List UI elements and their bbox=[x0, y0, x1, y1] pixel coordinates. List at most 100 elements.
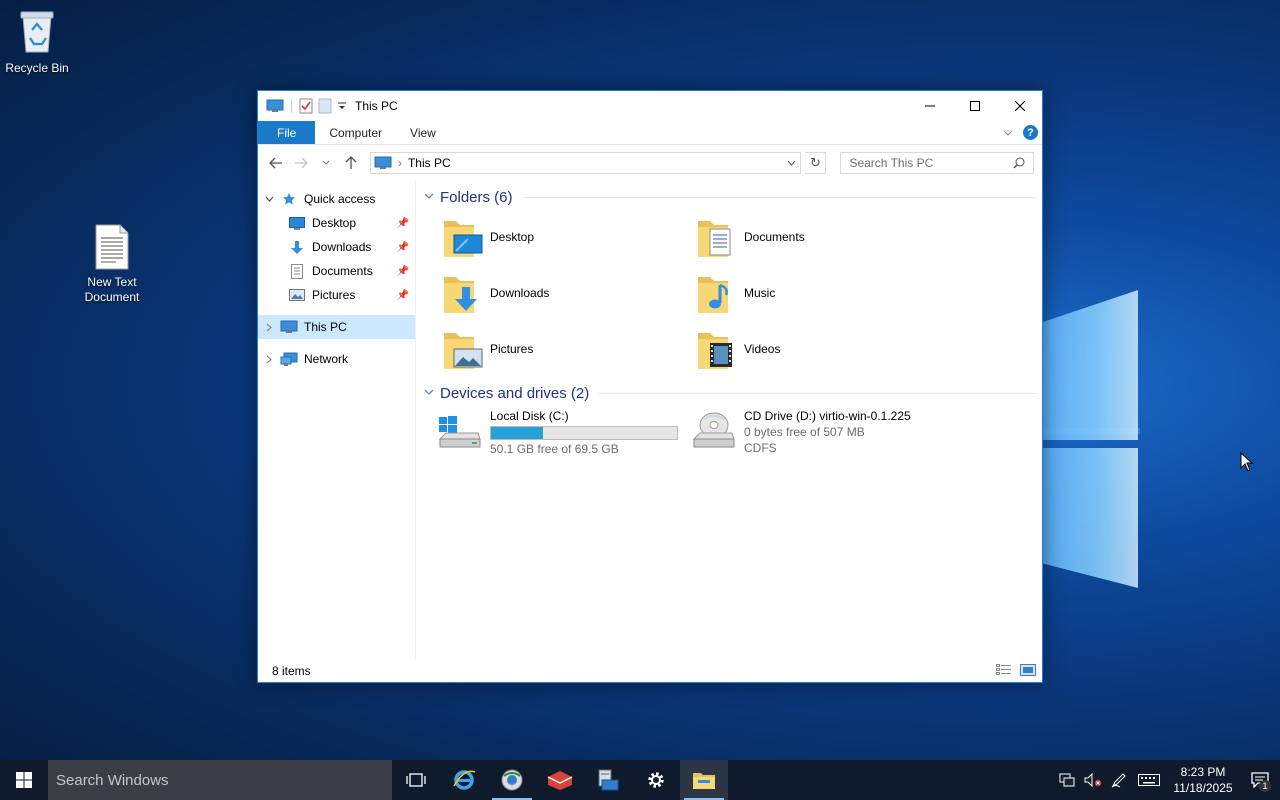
properties-icon[interactable] bbox=[299, 98, 313, 114]
quick-access-toolbar bbox=[258, 98, 347, 114]
minimize-button[interactable] bbox=[907, 91, 952, 121]
folder-music[interactable]: Music bbox=[696, 265, 950, 321]
nav-network[interactable]: Network bbox=[258, 347, 415, 371]
recent-locations-button[interactable] bbox=[316, 152, 337, 174]
taskbar: Search Windows 8:23 PM 11/18/2025 1 bbox=[0, 760, 1280, 800]
breadcrumb[interactable]: This PC bbox=[408, 156, 776, 170]
start-button[interactable] bbox=[0, 760, 48, 800]
drive-local-disk-c[interactable]: Local Disk (C:) 50.1 GB free of 69.5 GB bbox=[436, 409, 690, 461]
new-folder-icon[interactable] bbox=[318, 98, 332, 114]
wallpaper-windows-logo bbox=[620, 270, 1150, 590]
pin-icon: 📌 bbox=[396, 265, 409, 277]
drives-group-header[interactable]: Devices and drives (2) bbox=[424, 381, 1036, 405]
downloads-folder-icon bbox=[444, 277, 477, 313]
search-input[interactable]: Search This PC bbox=[840, 152, 1034, 174]
nav-pinned-pictures[interactable]: Pictures 📌 bbox=[258, 283, 415, 307]
desktop-recycle-bin[interactable]: Recycle Bin bbox=[0, 8, 77, 76]
item-count: 8 items bbox=[272, 664, 311, 678]
taskbar-app-red[interactable] bbox=[536, 760, 584, 800]
chevron-right-icon[interactable] bbox=[258, 355, 280, 364]
close-icon bbox=[1014, 101, 1025, 111]
expanded-chevron-icon[interactable] bbox=[258, 196, 280, 202]
task-view-icon bbox=[406, 773, 426, 787]
nav-quick-access[interactable]: Quick access bbox=[258, 187, 415, 211]
pen-tray-button[interactable] bbox=[1106, 760, 1132, 800]
taskbar-clock[interactable]: 8:23 PM 11/18/2025 bbox=[1166, 764, 1240, 796]
nav-label: Downloads bbox=[312, 240, 372, 254]
folder-downloads[interactable]: Downloads bbox=[442, 265, 696, 321]
cd-drive-icon bbox=[692, 412, 735, 448]
volume-tray-button[interactable] bbox=[1080, 760, 1106, 800]
folder-pictures[interactable]: Pictures bbox=[442, 321, 696, 377]
large-icons-view-icon[interactable] bbox=[1020, 664, 1036, 676]
maximize-button[interactable] bbox=[952, 91, 997, 121]
close-button[interactable] bbox=[997, 91, 1042, 121]
internet-explorer-icon bbox=[453, 770, 476, 790]
music-folder-icon bbox=[698, 277, 728, 313]
refresh-button[interactable]: ↻ bbox=[805, 152, 827, 174]
desktop-icon bbox=[288, 215, 306, 231]
nav-label: Quick access bbox=[304, 192, 376, 206]
windows-start-icon bbox=[16, 772, 32, 788]
breadcrumb-separator: › bbox=[397, 156, 402, 170]
nav-this-pc[interactable]: This PC bbox=[258, 315, 415, 339]
tab-computer[interactable]: Computer bbox=[315, 121, 396, 144]
address-dropdown[interactable] bbox=[782, 153, 800, 173]
network-tray-button[interactable] bbox=[1054, 760, 1080, 800]
nav-pinned-documents[interactable]: Documents 📌 bbox=[258, 259, 415, 283]
forward-button[interactable] bbox=[291, 152, 312, 174]
pin-icon: 📌 bbox=[396, 241, 409, 253]
taskbar-device-manager[interactable] bbox=[584, 760, 632, 800]
address-bar[interactable]: › This PC bbox=[369, 152, 802, 174]
folder-label: Documents bbox=[744, 230, 805, 244]
taskbar-settings[interactable] bbox=[632, 760, 680, 800]
action-center-button[interactable]: 1 bbox=[1240, 760, 1280, 800]
network-icon bbox=[280, 351, 298, 367]
tab-view[interactable]: View bbox=[396, 121, 450, 144]
help-icon[interactable]: ? bbox=[1023, 125, 1038, 140]
expand-ribbon-icon[interactable] bbox=[1003, 129, 1013, 137]
file-explorer-window: This PC File Computer View ? › This PC ↻… bbox=[257, 90, 1043, 683]
drive-free-space: 50.1 GB free of 69.5 GB bbox=[490, 442, 619, 456]
recycle-bin-label: Recycle Bin bbox=[5, 61, 69, 75]
taskbar-file-explorer[interactable] bbox=[680, 760, 728, 800]
details-view-icon[interactable] bbox=[996, 664, 1012, 676]
folder-desktop[interactable]: Desktop bbox=[442, 209, 696, 265]
tab-file[interactable]: File bbox=[258, 121, 316, 144]
title-bar[interactable]: This PC bbox=[258, 91, 1042, 121]
window-title: This PC bbox=[355, 99, 398, 113]
up-arrow-icon bbox=[345, 156, 357, 169]
nav-pinned-desktop[interactable]: Desktop 📌 bbox=[258, 211, 415, 235]
chevron-right-icon[interactable] bbox=[258, 323, 280, 332]
nav-pinned-downloads[interactable]: Downloads 📌 bbox=[258, 235, 415, 259]
folder-documents[interactable]: Documents bbox=[696, 209, 950, 265]
folder-label: Videos bbox=[744, 342, 781, 356]
taskbar-browser[interactable] bbox=[488, 760, 536, 800]
system-tray: 8:23 PM 11/18/2025 1 bbox=[1054, 760, 1280, 800]
status-bar: 8 items bbox=[258, 660, 1042, 682]
ribbon-tabs: File Computer View ? bbox=[258, 121, 1042, 145]
taskbar-search-input[interactable]: Search Windows bbox=[48, 760, 392, 800]
folder-label: Music bbox=[744, 286, 776, 300]
this-pc-icon bbox=[374, 156, 392, 169]
qat-dropdown-icon[interactable] bbox=[337, 101, 347, 111]
keyboard-tray-button[interactable] bbox=[1132, 760, 1166, 800]
up-button[interactable] bbox=[341, 152, 362, 174]
drive-name: Local Disk (C:) bbox=[490, 409, 569, 423]
desktop-new-text-document[interactable]: New Text Document bbox=[72, 224, 152, 305]
folder-videos[interactable]: Videos bbox=[696, 321, 950, 377]
drive-cd-d[interactable]: CD Drive (D:) virtio-win-0.1.225 0 bytes… bbox=[690, 409, 970, 461]
taskbar-edge[interactable] bbox=[440, 760, 488, 800]
gear-icon bbox=[648, 772, 664, 788]
collapse-chevron-icon[interactable] bbox=[424, 387, 438, 399]
collapse-chevron-icon[interactable] bbox=[424, 191, 438, 203]
nav-label: Desktop bbox=[312, 216, 357, 230]
clock-time: 8:23 PM bbox=[1180, 765, 1226, 779]
back-button[interactable] bbox=[266, 152, 287, 174]
task-view-button[interactable] bbox=[392, 760, 440, 800]
capacity-fill bbox=[491, 427, 544, 439]
this-pc-icon bbox=[266, 99, 284, 112]
group-title: Folders (6) bbox=[440, 188, 513, 206]
capacity-bar bbox=[490, 426, 678, 440]
folders-group-header[interactable]: Folders (6) bbox=[424, 185, 1036, 209]
